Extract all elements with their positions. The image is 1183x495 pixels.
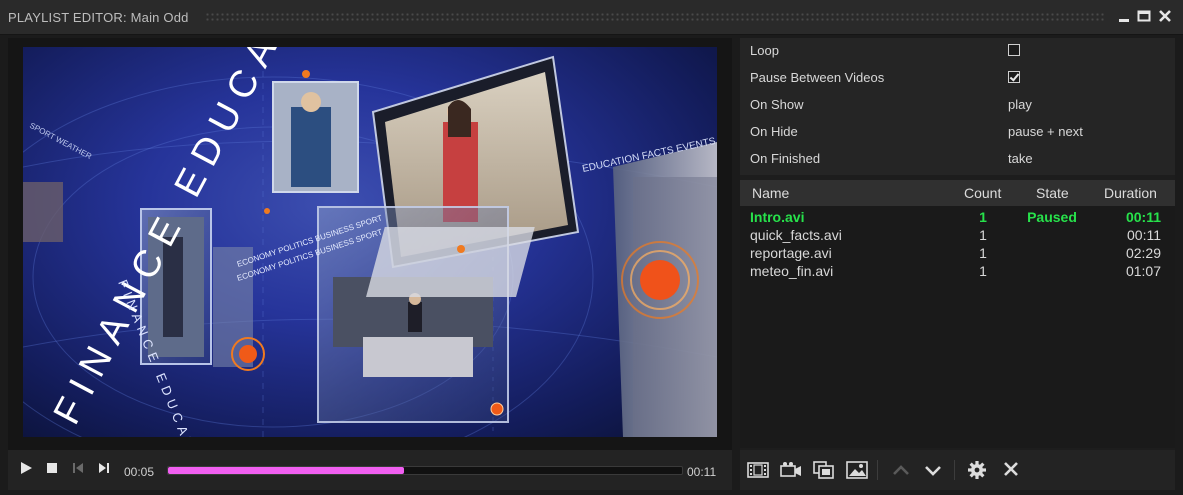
loop-checkbox[interactable]: [1008, 44, 1020, 56]
add-copy-icon[interactable]: [813, 460, 835, 480]
remove-icon[interactable]: [1000, 460, 1022, 480]
row-duration: 00:11: [1125, 209, 1161, 225]
video-preview[interactable]: FINANCE EDUCATION FINANCE EDUCATION F EC…: [23, 47, 717, 437]
row-name: meteo_fin.avi: [750, 263, 834, 279]
property-label: Loop: [750, 43, 779, 58]
row-state: Paused: [1027, 209, 1077, 225]
property-row-on-show: On Show play: [740, 92, 1175, 119]
on-hide-value[interactable]: pause + next: [1008, 124, 1083, 139]
toolbar-separator: [954, 460, 955, 480]
row-count: 1: [979, 263, 987, 279]
maximize-icon[interactable]: [1137, 9, 1151, 23]
playlist-toolbar: [740, 450, 1175, 490]
row-count: 1: [979, 209, 987, 225]
toolbar-separator: [877, 460, 878, 480]
play-icon[interactable]: [18, 460, 34, 476]
title-bar: PLAYLIST EDITOR: Main Odd: [0, 0, 1183, 35]
row-duration: 00:11: [1127, 227, 1161, 243]
progress-slider[interactable]: [167, 466, 683, 475]
total-time: 00:11: [687, 465, 717, 479]
title-bar-grip[interactable]: [205, 12, 1105, 22]
playlist-header: Name Count State Duration: [740, 180, 1175, 206]
add-camera-icon[interactable]: [780, 460, 802, 480]
preview-panel: FINANCE EDUCATION FINANCE EDUCATION F EC…: [8, 38, 732, 490]
property-label: Pause Between Videos: [750, 70, 885, 85]
move-down-icon[interactable]: [922, 460, 944, 480]
transport-bar: 00:05 00:11: [8, 450, 732, 490]
row-count: 1: [979, 245, 987, 261]
row-count: 1: [979, 227, 987, 243]
current-time: 00:05: [124, 465, 155, 479]
settings-icon[interactable]: [966, 460, 988, 480]
pause-between-videos-checkbox[interactable]: [1008, 71, 1020, 83]
column-header-count[interactable]: Count: [964, 185, 1001, 201]
previous-icon[interactable]: [70, 460, 86, 476]
property-row-loop: Loop: [740, 38, 1175, 65]
next-icon[interactable]: [96, 460, 112, 476]
properties-table: Loop Pause Between Videos On Show play O…: [740, 38, 1175, 175]
close-icon[interactable]: [1158, 9, 1172, 23]
property-label: On Show: [750, 97, 804, 112]
on-finished-value[interactable]: take: [1008, 151, 1033, 166]
stop-icon[interactable]: [44, 460, 60, 476]
minimize-icon[interactable]: [1117, 9, 1131, 23]
window-title: PLAYLIST EDITOR: Main Odd: [8, 10, 189, 25]
column-header-name[interactable]: Name: [752, 185, 789, 201]
property-label: On Finished: [750, 151, 821, 166]
playlist-row[interactable]: meteo_fin.avi 1 01:07: [740, 262, 1175, 280]
property-label: On Hide: [750, 124, 798, 139]
property-row-on-hide: On Hide pause + next: [740, 119, 1175, 146]
progress-fill: [168, 467, 405, 474]
on-show-value[interactable]: play: [1008, 97, 1032, 112]
row-duration: 02:29: [1125, 245, 1161, 261]
column-header-state[interactable]: State: [1036, 185, 1069, 201]
row-name: reportage.avi: [750, 245, 832, 261]
playlist-row[interactable]: Intro.avi 1 Paused 00:11: [740, 208, 1175, 226]
playlist-panel: Loop Pause Between Videos On Show play O…: [740, 38, 1175, 490]
playlist-row[interactable]: reportage.avi 1 02:29: [740, 244, 1175, 262]
property-row-pause-between: Pause Between Videos: [740, 65, 1175, 92]
property-row-on-finished: On Finished take: [740, 146, 1175, 173]
row-name: quick_facts.avi: [750, 227, 842, 243]
move-up-icon[interactable]: [890, 460, 912, 480]
playlist-list: Intro.avi 1 Paused 00:11 quick_facts.avi…: [740, 206, 1175, 448]
add-image-icon[interactable]: [846, 460, 868, 480]
column-header-duration[interactable]: Duration: [1104, 185, 1157, 201]
row-name: Intro.avi: [750, 209, 805, 225]
row-duration: 01:07: [1125, 263, 1161, 279]
add-video-icon[interactable]: [747, 460, 769, 480]
playlist-row[interactable]: quick_facts.avi 1 00:11: [740, 226, 1175, 244]
